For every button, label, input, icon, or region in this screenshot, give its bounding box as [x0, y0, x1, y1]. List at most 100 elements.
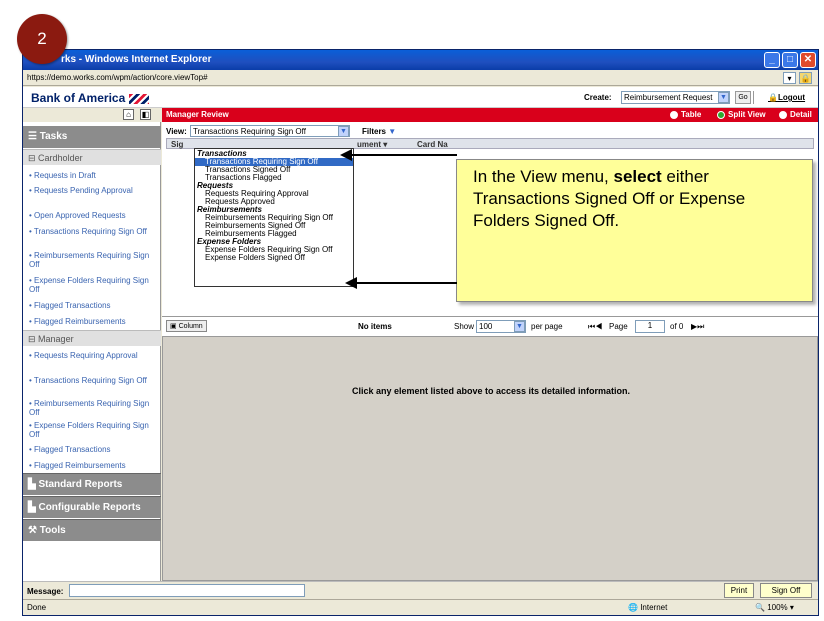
detail-pane: Click any element listed above to access… — [162, 336, 818, 581]
home-icon[interactable]: ⌂ — [123, 109, 134, 120]
per-page-label: per page — [531, 322, 563, 331]
sidebar-link-label: Open Approved Requests — [34, 211, 126, 220]
zoom-label: 100% — [767, 603, 788, 612]
view-mode-label: Table — [681, 110, 702, 119]
message-input[interactable] — [69, 584, 305, 597]
zoom-icon: 🔍 — [755, 603, 768, 612]
divider — [753, 91, 754, 104]
sidebar-link-label: Requests Pending Approval — [34, 186, 133, 195]
chevron-down-icon[interactable]: ▼ — [514, 321, 525, 332]
tasks-icon: ☰ — [28, 131, 40, 142]
sidebar-link[interactable]: • Requests Requiring Approval — [29, 351, 159, 360]
flag-logo-icon — [129, 93, 150, 104]
configurable-reports-header[interactable]: ▙ Configurable Reports — [23, 496, 161, 518]
sidebar-link[interactable]: • Requests Pending Approval — [29, 186, 159, 195]
step-number-badge: 2 — [17, 14, 67, 64]
column-header[interactable]: Card Na — [417, 140, 448, 149]
zoom-control[interactable]: 🔍 100% ▾ — [755, 603, 794, 612]
chevron-down-icon[interactable]: ▼ — [718, 92, 729, 103]
per-page-value: 100 — [479, 322, 493, 331]
sidebar-link[interactable]: • Transactions Requiring Sign Off — [29, 376, 159, 385]
show-label: Show — [454, 322, 475, 331]
sidebar-link-label: Flagged Reimbursements — [34, 461, 126, 470]
create-label: Create: — [584, 93, 612, 102]
page-input[interactable]: 1 — [635, 320, 665, 333]
standard-reports-header[interactable]: ▙ Standard Reports — [23, 473, 161, 495]
sidebar-link-label: Reimbursements Requiring Sign Off — [29, 251, 150, 269]
filters-toggle[interactable]: Filters ▼ — [362, 127, 396, 136]
sidebar-link[interactable]: • Open Approved Requests — [29, 211, 159, 220]
view-mode-detail[interactable]: Detail — [779, 110, 812, 119]
address-url[interactable]: https://demo.works.com/wpm/action/core.v… — [27, 73, 208, 82]
sidebar-link[interactable]: • Flagged Transactions — [29, 445, 159, 454]
message-label: Message: — [27, 587, 64, 596]
collapse-minus-icon: ⊟ — [28, 334, 39, 344]
view-mode-split[interactable]: Split View — [717, 110, 766, 119]
column-header[interactable]: Sig — [171, 140, 183, 149]
first-prev-icon[interactable]: ⏮◀ — [588, 322, 602, 332]
manager-section[interactable]: ⊟ Manager — [23, 330, 161, 346]
view-select-value: Transactions Requiring Sign Off — [193, 127, 306, 136]
section-label: Standard Reports — [38, 479, 123, 490]
address-bar[interactable]: https://demo.works.com/wpm/action/core.v… — [23, 70, 818, 86]
create-select[interactable]: Reimbursement Request ▼ — [621, 91, 730, 104]
window-title: rks - Windows Internet Explorer — [61, 54, 212, 65]
zone-label: Internet — [640, 603, 668, 612]
sidebar-link-label: Flagged Reimbursements — [34, 317, 126, 326]
sidebar-link[interactable]: • Expense Folders Requiring Sign Off — [29, 276, 159, 294]
view-mode-table[interactable]: Table — [670, 110, 701, 119]
address-dropdown-icon[interactable]: ▾ — [783, 72, 796, 84]
sidebar: ⌂ ◧ ☰ Tasks ⊟ Cardholder • Requests in D… — [23, 108, 161, 581]
lock-icon: 🔒 — [768, 93, 778, 102]
close-icon[interactable]: ✕ — [800, 52, 816, 68]
sidebar-link[interactable]: • Flagged Reimbursements — [29, 461, 159, 470]
sidebar-link[interactable]: • Transactions Requiring Sign Off — [29, 227, 159, 236]
instruction-callout: In the View menu, select either Transact… — [456, 159, 813, 302]
print-button[interactable]: Print — [724, 583, 754, 598]
sidebar-link-label: Flagged Transactions — [34, 445, 111, 454]
next-last-icon[interactable]: ▶⏭ — [691, 322, 704, 332]
callout-text: In the View menu, — [473, 167, 614, 186]
sidebar-link[interactable]: • Reimbursements Requiring Sign Off — [29, 251, 159, 269]
radio-icon — [779, 110, 787, 119]
callout-emphasis: select — [613, 167, 662, 186]
page-count: of 0 — [670, 322, 684, 331]
minimize-icon[interactable]: _ — [764, 52, 780, 68]
tasks-header[interactable]: ☰ Tasks — [23, 126, 161, 148]
sidebar-link[interactable]: • Flagged Reimbursements — [29, 317, 159, 326]
tools-header[interactable]: ⚒ Tools — [23, 519, 161, 541]
collapse-minus-icon: ⊟ — [28, 153, 39, 163]
view-label: View: — [166, 127, 187, 136]
logout-link[interactable]: 🔒Logout — [768, 93, 805, 102]
go-button[interactable]: Go — [735, 91, 751, 104]
per-page-select[interactable]: 100 ▼ — [476, 320, 526, 333]
cardholder-section[interactable]: ⊟ Cardholder — [23, 149, 161, 165]
column-button[interactable]: ▣ Column — [166, 320, 207, 332]
view-mode-label: Split View — [728, 110, 766, 119]
status-bar: Done 🌐 Internet 🔍 100% ▾ — [23, 599, 818, 615]
sidebar-link-label: Reimbursements Requiring Sign Off — [29, 399, 150, 417]
logout-label: Logout — [777, 93, 806, 102]
report-icon: ▙ — [28, 479, 39, 490]
arrow-line — [356, 282, 457, 284]
maximize-icon[interactable]: □ — [782, 52, 798, 68]
sidebar-link[interactable]: • Requests in Draft — [29, 171, 159, 180]
menu-item[interactable]: Expense Folders Signed Off — [195, 254, 353, 262]
pagination-bar: ▣ Column No items Show 100 ▼ per page ⏮◀ … — [162, 316, 818, 336]
sidebar-link-label: Requests in Draft — [34, 171, 96, 180]
column-header[interactable]: ument ▾ — [357, 140, 387, 149]
bank-logo: Bank of America — [31, 91, 150, 105]
collapse-icon[interactable]: ◧ — [140, 109, 151, 120]
sidebar-link-label: Flagged Transactions — [34, 301, 111, 310]
tools-icon: ⚒ — [28, 525, 40, 536]
sign-off-button[interactable]: Sign Off — [760, 583, 812, 598]
sidebar-link[interactable]: • Reimbursements Requiring Sign Off — [29, 399, 159, 417]
sidebar-link-label: Expense Folders Requiring Sign Off — [29, 276, 149, 294]
view-select[interactable]: Transactions Requiring Sign Off ▼ — [190, 125, 350, 137]
sidebar-link[interactable]: • Flagged Transactions — [29, 301, 159, 310]
cardholder-label: Cardholder — [38, 153, 83, 163]
zone-indicator: 🌐 Internet — [628, 603, 667, 612]
chevron-down-icon[interactable]: ▼ — [338, 126, 349, 137]
sidebar-link[interactable]: • Expense Folders Requiring Sign Off — [29, 421, 159, 439]
arrow-line — [351, 154, 457, 156]
